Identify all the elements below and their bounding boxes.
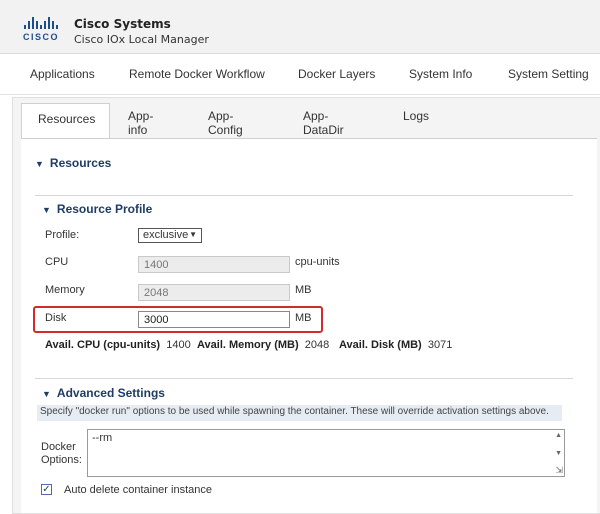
resource-profile-header[interactable]: ▼ Resource Profile: [42, 202, 152, 216]
nav-system-setting[interactable]: System Setting: [508, 67, 589, 81]
app-header: CISCO Cisco Systems Cisco IOx Local Mana…: [0, 0, 600, 54]
avail-disk: Avail. Disk (MB) 3071: [339, 339, 453, 351]
divider: [35, 378, 573, 379]
nav-remote-docker-workflow[interactable]: Remote Docker Workflow: [129, 67, 265, 81]
nav-system-info[interactable]: System Info: [409, 67, 472, 81]
disk-field[interactable]: 3000: [138, 311, 290, 328]
cisco-logo: CISCO: [23, 17, 63, 43]
profile-select[interactable]: exclusive ▼: [138, 228, 202, 243]
memory-field[interactable]: 2048: [138, 284, 290, 301]
cpu-field[interactable]: 1400: [138, 256, 290, 273]
disk-unit: MB: [295, 312, 312, 324]
memory-label: Memory: [45, 284, 85, 296]
avail-cpu: Avail. CPU (cpu-units) 1400: [45, 339, 191, 351]
docker-options-label-1: Docker: [41, 441, 76, 453]
auto-delete-checkbox[interactable]: ✓: [41, 484, 52, 495]
scroll-down-icon[interactable]: ▼: [555, 450, 562, 457]
disk-label: Disk: [45, 312, 67, 324]
divider: [35, 195, 573, 196]
cpu-unit: cpu-units: [295, 256, 340, 268]
nav-docker-layers[interactable]: Docker Layers: [298, 67, 375, 81]
brand-subtitle: Cisco IOx Local Manager: [74, 33, 209, 46]
top-nav: Applications Remote Docker Workflow Dock…: [0, 54, 600, 95]
auto-delete-label: Auto delete container instance: [64, 484, 212, 496]
resize-handle-icon[interactable]: ⇲: [555, 465, 563, 476]
scroll-up-icon[interactable]: ▲: [555, 432, 562, 439]
resources-section-header[interactable]: ▼ Resources: [35, 156, 111, 170]
nav-applications[interactable]: Applications: [30, 67, 95, 81]
dropdown-arrow-icon: ▼: [189, 230, 197, 239]
collapse-caret-icon: ▼: [42, 205, 51, 215]
cpu-label: CPU: [45, 256, 69, 268]
avail-memory: Avail. Memory (MB) 2048: [197, 339, 330, 351]
memory-unit: MB: [295, 284, 312, 296]
docker-options-note: Specify "docker run" options to be used …: [37, 405, 562, 421]
docker-options-textarea[interactable]: --rm ▲ ▼ ⇲: [87, 429, 565, 477]
brand-title: Cisco Systems: [74, 17, 171, 31]
tab-resources[interactable]: Resources: [21, 103, 110, 139]
collapse-caret-icon: ▼: [42, 389, 51, 399]
advanced-settings-header[interactable]: ▼ Advanced Settings: [42, 386, 165, 400]
collapse-caret-icon: ▼: [35, 159, 44, 169]
docker-options-label-2: Options:: [41, 454, 82, 466]
profile-label: Profile:: [45, 229, 80, 241]
